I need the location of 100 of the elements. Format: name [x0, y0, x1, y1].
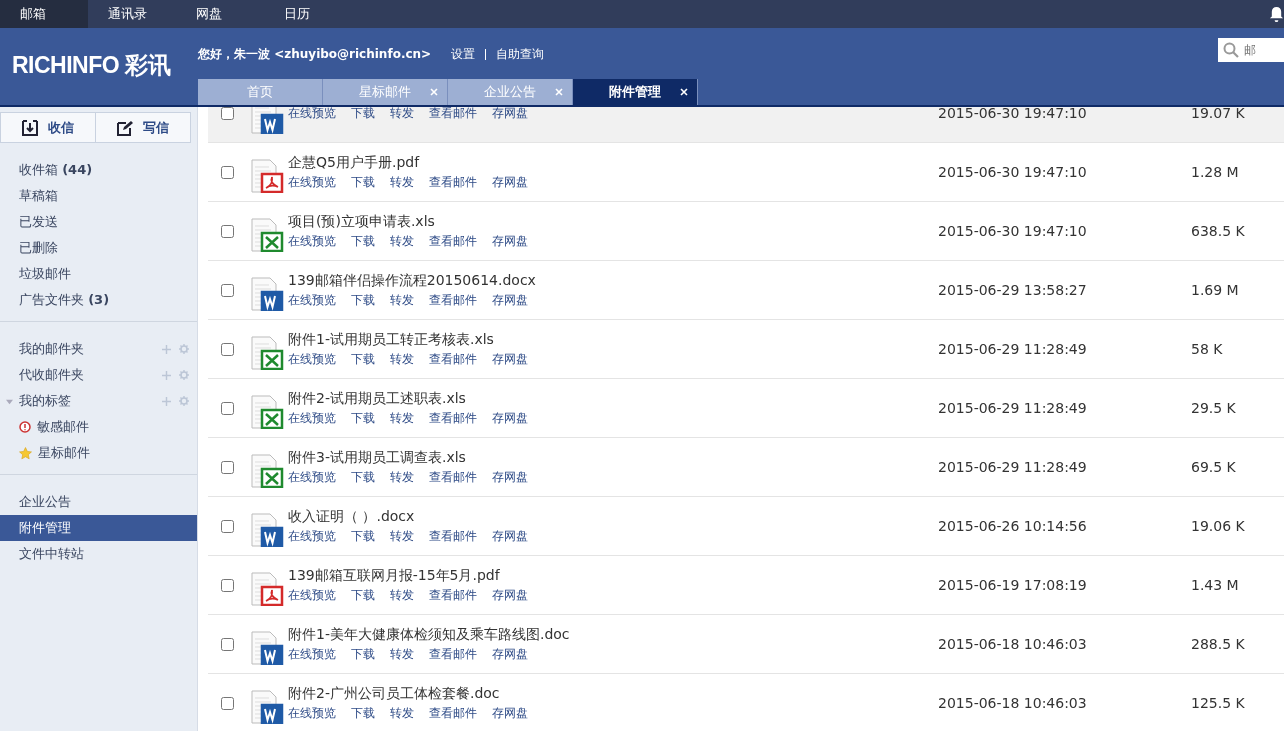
label-item[interactable]: 星标邮件 — [0, 440, 197, 466]
file-action-link[interactable]: 在线预览 — [288, 409, 336, 427]
folder-label: 附件管理 — [19, 519, 71, 537]
file-row[interactable]: 139邮箱互联网月报-15年5月.pdf 在线预览 下载 转发 查看邮件 存网盘 2015-06-19 17:08:19 1.43 M — [208, 556, 1284, 615]
file-action-link[interactable]: 转发 — [390, 409, 414, 427]
row-checkbox[interactable] — [221, 224, 234, 238]
file-action-link[interactable]: 在线预览 — [288, 468, 336, 486]
folder-item[interactable]: 已删除 — [0, 235, 197, 261]
file-action-link[interactable]: 下载 — [351, 173, 375, 191]
search-field[interactable]: 邮 — [1218, 38, 1284, 62]
file-row[interactable]: 项目(预)立项申请表.xls 在线预览 下载 转发 查看邮件 存网盘 2015-06-30 19:47:10 638.5 K — [208, 202, 1284, 261]
word-file-icon — [250, 690, 284, 724]
tab[interactable]: 附件管理 — [573, 79, 698, 105]
file-action-link[interactable]: 转发 — [390, 232, 414, 250]
file-action-link[interactable]: 在线预览 — [288, 232, 336, 250]
header-link[interactable]: 设置 — [451, 46, 476, 63]
folder-item[interactable]: 已发送 — [0, 209, 197, 235]
file-action-link[interactable]: 在线预览 — [288, 586, 336, 604]
file-action-link[interactable]: 查看邮件 — [429, 468, 477, 486]
file-action-link[interactable]: 存网盘 — [492, 527, 528, 545]
file-action-link[interactable]: 下载 — [351, 409, 375, 427]
close-icon[interactable] — [680, 88, 688, 96]
file-action-link[interactable]: 存网盘 — [492, 291, 528, 309]
top-nav-link[interactable]: 日历 — [264, 0, 352, 28]
file-action-link[interactable]: 在线预览 — [288, 107, 336, 122]
folder-item[interactable]: 广告文件夹 (3) — [0, 287, 197, 313]
row-checkbox[interactable] — [221, 107, 234, 120]
folder-item[interactable]: 文件中转站 — [0, 541, 197, 567]
row-checkbox[interactable] — [221, 519, 234, 533]
file-action-link[interactable]: 存网盘 — [492, 409, 528, 427]
file-action-link[interactable]: 下载 — [351, 232, 375, 250]
file-action-link[interactable]: 存网盘 — [492, 468, 528, 486]
row-checkbox[interactable] — [221, 165, 234, 179]
top-nav-link[interactable]: 邮箱 — [0, 0, 88, 28]
row-checkbox[interactable] — [221, 401, 234, 415]
row-checkbox[interactable] — [221, 283, 234, 297]
folder-item[interactable]: 附件管理 — [0, 515, 197, 541]
file-action-link[interactable]: 在线预览 — [288, 645, 336, 663]
file-row[interactable]: 附件3-试用期员工调查表.xls 在线预览 下载 转发 查看邮件 存网盘 2015-06-29 11:28:49 69.5 K — [208, 438, 1284, 497]
file-action-link[interactable]: 查看邮件 — [429, 409, 477, 427]
file-action-link[interactable]: 转发 — [390, 645, 414, 663]
row-checkbox[interactable] — [221, 696, 234, 710]
file-action-link[interactable]: 转发 — [390, 527, 414, 545]
file-action-link[interactable]: 查看邮件 — [429, 173, 477, 191]
file-action-link[interactable]: 存网盘 — [492, 586, 528, 604]
file-action-link[interactable]: 下载 — [351, 704, 375, 722]
file-action-link[interactable]: 转发 — [390, 704, 414, 722]
top-nav-link[interactable]: 网盘 — [176, 0, 264, 28]
file-action-link[interactable]: 在线预览 — [288, 173, 336, 191]
folder-item[interactable]: 企业公告 — [0, 489, 197, 515]
file-row[interactable]: 附件1-试用期员工转正考核表.xls 在线预览 下载 转发 查看邮件 存网盘 2015-06-29 11:28:49 58 K — [208, 320, 1284, 379]
file-action-link[interactable]: 下载 — [351, 586, 375, 604]
file-action-link[interactable]: 下载 — [351, 107, 375, 122]
row-checkbox[interactable] — [221, 578, 234, 592]
file-action-link[interactable]: 查看邮件 — [429, 350, 477, 368]
file-action-link[interactable]: 转发 — [390, 468, 414, 486]
file-row[interactable]: 附件2-试用期员工述职表.xls 在线预览 下载 转发 查看邮件 存网盘 2015-06-29 11:28:49 29.5 K — [208, 379, 1284, 438]
file-action-link[interactable]: 在线预览 — [288, 291, 336, 309]
header-link[interactable]: 自助查询 — [496, 46, 545, 63]
folder-item[interactable]: 草稿箱 — [0, 183, 197, 209]
file-action-link[interactable]: 下载 — [351, 645, 375, 663]
file-action-link[interactable]: 下载 — [351, 350, 375, 368]
file-action-link[interactable]: 查看邮件 — [429, 107, 477, 122]
top-nav-link[interactable]: 通讯录 — [88, 0, 176, 28]
file-action-link[interactable]: 查看邮件 — [429, 527, 477, 545]
file-row[interactable]: 在线预览 下载 转发 查看邮件 存网盘 2015-06-30 19:47:10 19.07 K — [208, 107, 1284, 143]
file-action-link[interactable]: 存网盘 — [492, 232, 528, 250]
file-row[interactable]: 附件2-广州公司员工体检套餐.doc 在线预览 下载 转发 查看邮件 存网盘 2015-06-18 10:46:03 125.5 K — [208, 674, 1284, 731]
file-action-link[interactable]: 存网盘 — [492, 173, 528, 191]
file-action-link[interactable]: 存网盘 — [492, 645, 528, 663]
file-action-link[interactable]: 查看邮件 — [429, 232, 477, 250]
folder-item[interactable]: 收件箱 (44) — [0, 157, 197, 183]
file-action-link[interactable]: 在线预览 — [288, 704, 336, 722]
file-action-link[interactable]: 在线预览 — [288, 350, 336, 368]
file-action-link[interactable]: 存网盘 — [492, 107, 528, 122]
file-action-link[interactable]: 转发 — [390, 291, 414, 309]
file-action-link[interactable]: 查看邮件 — [429, 704, 477, 722]
file-action-link[interactable]: 转发 — [390, 107, 414, 122]
file-action-link[interactable]: 查看邮件 — [429, 645, 477, 663]
bell-icon[interactable] — [1269, 5, 1284, 23]
file-action-link[interactable]: 转发 — [390, 586, 414, 604]
file-action-link[interactable]: 查看邮件 — [429, 291, 477, 309]
file-row[interactable]: 139邮箱伴侣操作流程20150614.docx 在线预览 下载 转发 查看邮件 存网盘 2015-06-29 13:58:27 1.69 M — [208, 261, 1284, 320]
file-action-link[interactable]: 转发 — [390, 173, 414, 191]
file-action-link[interactable]: 存网盘 — [492, 350, 528, 368]
file-row[interactable]: 收入证明（ ）.docx 在线预览 下载 转发 查看邮件 存网盘 2015-06-26 10:14:56 19.06 K — [208, 497, 1284, 556]
file-action-link[interactable]: 转发 — [390, 350, 414, 368]
label-item[interactable]: 敏感邮件 — [0, 414, 197, 440]
row-checkbox[interactable] — [221, 460, 234, 474]
file-action-link[interactable]: 下载 — [351, 527, 375, 545]
file-action-link[interactable]: 下载 — [351, 468, 375, 486]
file-row[interactable]: 企慧Q5用户手册.pdf 在线预览 下载 转发 查看邮件 存网盘 2015-06-30 19:47:10 1.28 M — [208, 143, 1284, 202]
file-row[interactable]: 附件1-美年大健康体检须知及乘车路线图.doc 在线预览 下载 转发 查看邮件 存网盘 2015-06-18 10:46:03 288.5 K — [208, 615, 1284, 674]
row-checkbox[interactable] — [221, 637, 234, 651]
file-action-link[interactable]: 存网盘 — [492, 704, 528, 722]
file-action-link[interactable]: 下载 — [351, 291, 375, 309]
folder-item[interactable]: 垃圾邮件 — [0, 261, 197, 287]
row-checkbox[interactable] — [221, 342, 234, 356]
file-action-link[interactable]: 查看邮件 — [429, 586, 477, 604]
file-action-link[interactable]: 在线预览 — [288, 527, 336, 545]
